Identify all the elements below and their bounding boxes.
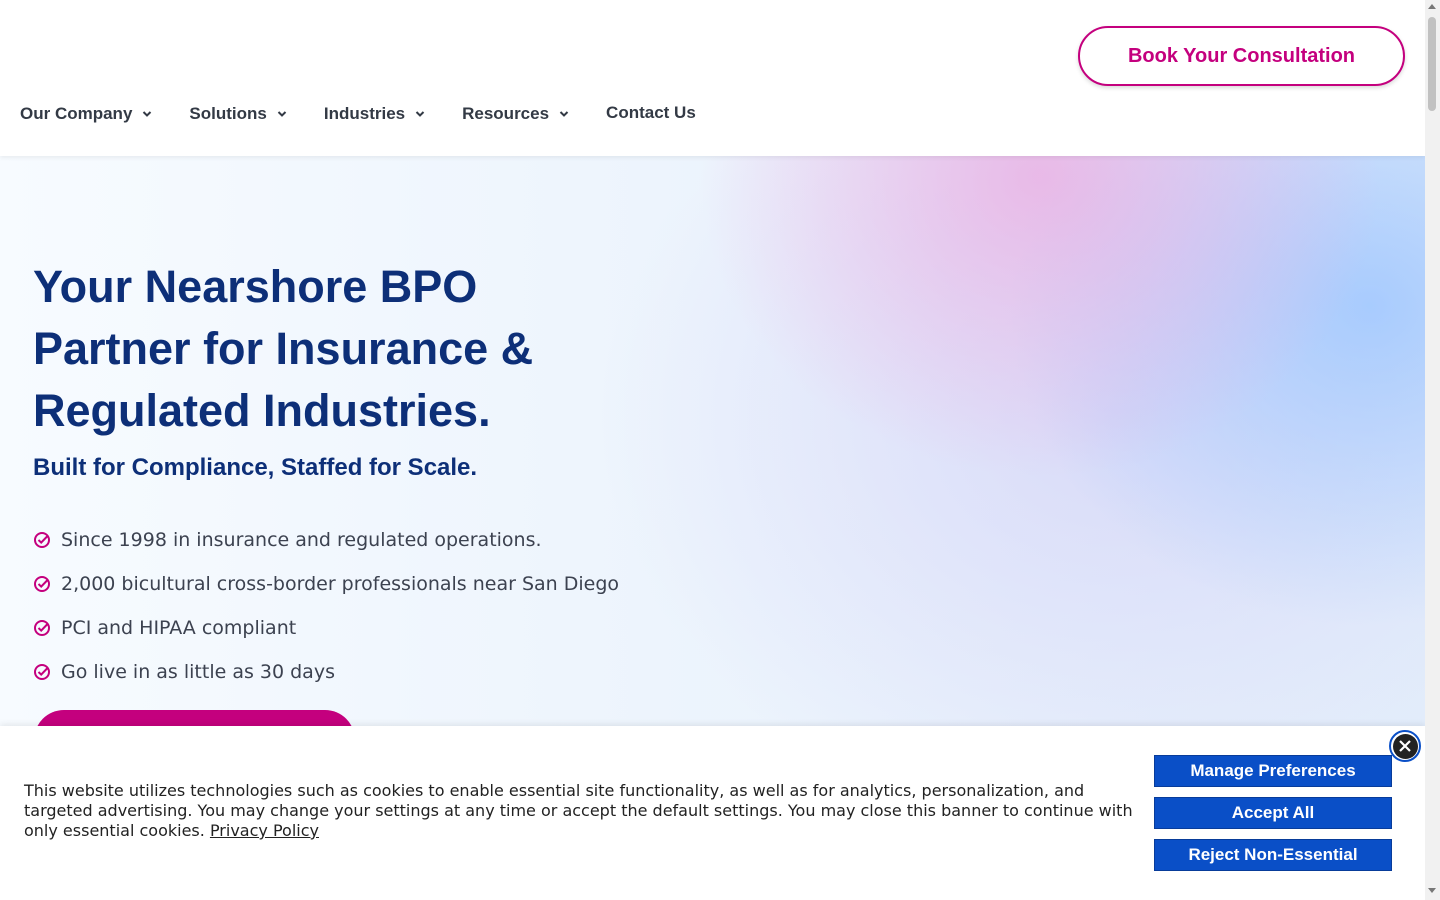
close-icon (1392, 733, 1418, 759)
manage-preferences-button[interactable]: Manage Preferences (1154, 755, 1392, 787)
nav-item-resources[interactable]: Resources (462, 104, 569, 124)
nav-item-label: Resources (462, 104, 550, 123)
close-banner-button[interactable] (1389, 730, 1421, 762)
scroll-thumb[interactable] (1428, 17, 1436, 111)
chevron-down-icon (277, 111, 287, 117)
reject-non-essential-button[interactable]: Reject Non-Essential (1154, 839, 1392, 871)
cookie-banner: This website utilizes technologies such … (0, 726, 1425, 900)
page-scrollbar[interactable] (1425, 0, 1440, 900)
hero-subtitle: Built for Compliance, Staffed for Scale. (33, 454, 478, 481)
list-item: Since 1998 in insurance and regulated op… (33, 518, 619, 562)
list-item-text: Since 1998 in insurance and regulated op… (61, 529, 542, 551)
list-item: Go live in as little as 30 days (33, 650, 619, 694)
check-circle-icon (34, 664, 50, 680)
check-circle-icon (34, 576, 50, 592)
site-header: Book Your Consultation Our Company Solut… (0, 0, 1425, 156)
hero-title: Your Nearshore BPO Partner for Insurance… (33, 261, 534, 436)
nav-item-industries[interactable]: Industries (324, 104, 425, 124)
scroll-up-arrow-icon[interactable] (1428, 4, 1436, 9)
list-item: PCI and HIPAA compliant (33, 606, 619, 650)
cookie-message-text: This website utilizes technologies such … (24, 781, 1133, 840)
privacy-policy-link[interactable]: Privacy Policy (210, 821, 319, 840)
accept-all-button[interactable]: Accept All (1154, 797, 1392, 829)
chevron-down-icon (415, 111, 425, 117)
check-circle-icon (34, 532, 50, 548)
cookie-message: This website utilizes technologies such … (24, 781, 1139, 841)
nav-item-our-company[interactable]: Our Company (20, 104, 152, 124)
book-consultation-button[interactable]: Book Your Consultation (1078, 26, 1405, 86)
check-circle-icon (34, 620, 50, 636)
nav-item-label: Solutions (189, 104, 267, 123)
chevron-down-icon (143, 111, 152, 117)
chevron-down-icon (559, 111, 569, 117)
nav-item-label: Contact Us (606, 103, 696, 122)
nav-item-label: Industries (323, 104, 406, 123)
hero-cta-button[interactable] (34, 710, 355, 726)
list-item-text: PCI and HIPAA compliant (61, 617, 297, 639)
nav-item-label: Our Company (20, 104, 133, 123)
list-item-text: 2,000 bicultural cross-border profession… (61, 573, 620, 595)
list-item: 2,000 bicultural cross-border profession… (33, 562, 619, 606)
list-item-text: Go live in as little as 30 days (61, 661, 335, 683)
scroll-down-arrow-icon[interactable] (1428, 888, 1436, 893)
nav-item-solutions[interactable]: Solutions (189, 104, 287, 124)
feature-list: Since 1998 in insurance and regulated op… (33, 518, 619, 694)
main-nav: Our Company Solutions Industries Resourc… (20, 103, 733, 124)
hero-section: Your Nearshore BPO Partner for Insurance… (0, 156, 1425, 726)
nav-item-contact-us[interactable]: Contact Us (606, 103, 696, 123)
